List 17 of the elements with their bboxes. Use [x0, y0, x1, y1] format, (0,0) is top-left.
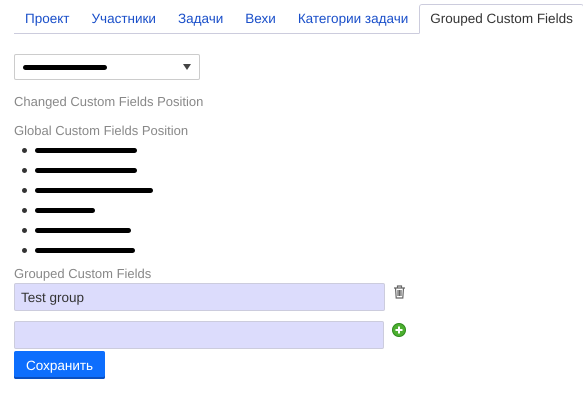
tab[interactable]: Grouped Custom Fields: [419, 4, 583, 34]
add-icon[interactable]: [392, 323, 406, 337]
bullet-icon: [22, 168, 27, 172]
group-name-field[interactable]: Test group: [14, 283, 385, 311]
tracker-select[interactable]: [14, 54, 200, 80]
section-heading: Changed Custom Fields Position: [14, 94, 204, 109]
bullet-icon: [22, 248, 27, 252]
bullet-icon: [22, 228, 27, 232]
new-group-field[interactable]: [14, 321, 384, 349]
caret-icon: [183, 64, 191, 70]
trash-icon[interactable]: [393, 285, 406, 299]
bullet-icon: [22, 188, 27, 192]
bullet-icon: [22, 148, 27, 152]
section-heading: Global Custom Fields Position: [14, 123, 190, 138]
bullet-icon: [22, 208, 27, 212]
section-heading: Grouped Custom Fields: [14, 266, 152, 281]
save-button[interactable]: Сохранить: [14, 351, 106, 379]
